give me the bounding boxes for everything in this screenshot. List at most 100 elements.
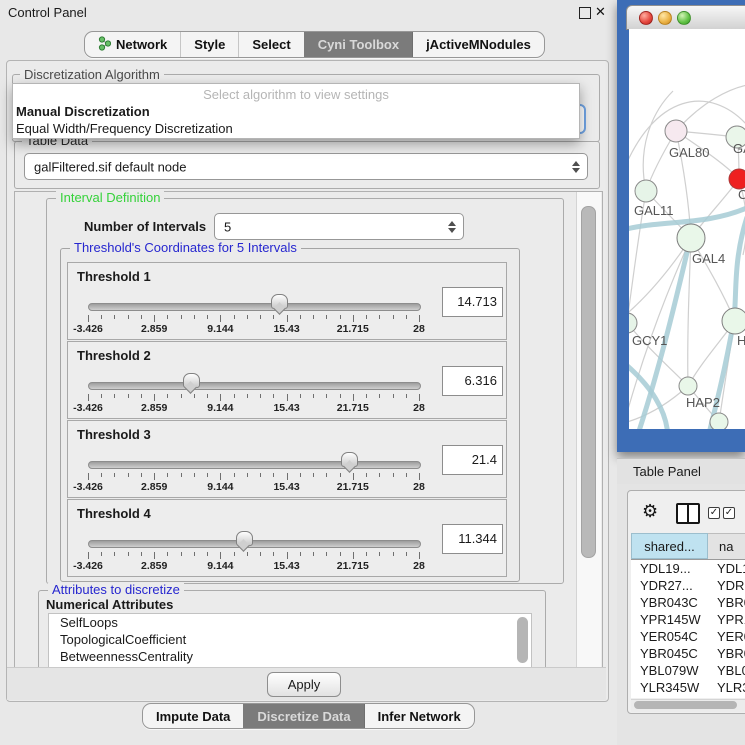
threshold-panel: Threshold 1-3.4262.8599.14415.4321.71528…: [67, 262, 507, 340]
slider-thumb[interactable]: [236, 531, 253, 546]
network-node[interactable]: [729, 169, 745, 189]
tab-jactivemnodules[interactable]: jActiveMNodules: [412, 32, 544, 57]
tick-mark: [300, 315, 301, 319]
tick-mark: [260, 315, 261, 319]
checkbox-icon[interactable]: ✓: [708, 507, 720, 519]
table-row[interactable]: YBL079WYBL0: [631, 662, 745, 679]
close-icon[interactable]: ✕: [595, 4, 606, 20]
tick-mark: [234, 473, 235, 477]
slider-thumb[interactable]: [341, 452, 358, 467]
column-header-shared-name[interactable]: shared...: [631, 533, 708, 559]
network-node[interactable]: [629, 313, 637, 333]
vertical-scrollbar-thumb[interactable]: [581, 206, 596, 558]
network-node-label: GAL80: [669, 145, 709, 160]
network-node[interactable]: [677, 224, 705, 252]
close-traffic-light-icon[interactable]: [639, 11, 653, 25]
popup-option-equal-width[interactable]: Equal Width/Frequency Discretization: [13, 120, 579, 137]
network-node[interactable]: [710, 413, 728, 429]
tab-label: Network: [116, 37, 167, 52]
slider-track[interactable]: [88, 461, 421, 469]
checkbox-icon[interactable]: ✓: [723, 507, 735, 519]
tab-infer-network[interactable]: Infer Network: [364, 704, 474, 728]
threshold-value-field[interactable]: 11.344: [442, 524, 503, 554]
screenshot-stage: Control Panel ✕ Network StyleSelectCyni T…: [0, 0, 745, 745]
tick-mark: [406, 552, 407, 556]
number-of-intervals-combobox[interactable]: 5: [214, 213, 464, 240]
table-row[interactable]: YPR145WYPR1: [631, 611, 745, 628]
tick-mark: [300, 473, 301, 477]
tick-label: 9.144: [207, 560, 233, 572]
threshold-value-field[interactable]: 6.316: [442, 366, 503, 396]
tick-label: 2.859: [141, 560, 167, 572]
tick-mark: [88, 552, 89, 559]
table-row[interactable]: YDL19...YDL1: [631, 560, 745, 577]
threshold-value-field[interactable]: 14.713: [442, 287, 503, 317]
horizontal-scrollbar-thumb[interactable]: [634, 701, 737, 709]
network-node[interactable]: [665, 120, 687, 142]
tab-select[interactable]: Select: [238, 32, 303, 57]
node-attribute-table[interactable]: shared...naYDL19...YDL1YDR27...YDR2YBR04…: [631, 533, 745, 698]
tick-label: -3.426: [73, 402, 103, 414]
tick-label: 21.715: [337, 560, 369, 572]
tick-label: 2.859: [141, 402, 167, 414]
tab-network[interactable]: Network: [85, 32, 180, 57]
numerical-attributes-list[interactable]: SelfLoopsTopologicalCoefficientBetweenne…: [48, 613, 532, 670]
cell-name: YIL0: [708, 696, 745, 698]
table-data-combobox[interactable]: galFiltered.sif default node: [24, 153, 588, 180]
tab-discretize-data[interactable]: Discretize Data: [243, 704, 363, 728]
tick-mark: [313, 394, 314, 398]
tick-mark: [353, 394, 354, 401]
control-panel-titlebar: Control Panel: [0, 0, 613, 24]
tick-mark: [260, 394, 261, 398]
network-node[interactable]: [679, 377, 697, 395]
list-item[interactable]: TopologicalCoefficient: [49, 631, 531, 648]
table-header-row: shared...na: [631, 533, 745, 560]
slider-track[interactable]: [88, 303, 421, 311]
table-row[interactable]: YBR045CYBR0: [631, 645, 745, 662]
list-item[interactable]: BetweennessCentrality: [49, 648, 531, 665]
apply-button[interactable]: Apply: [267, 672, 341, 697]
list-item[interactable]: SelfLoops: [49, 614, 531, 631]
tick-mark: [393, 315, 394, 319]
table-row[interactable]: YDR27...YDR2: [631, 577, 745, 594]
popup-option-manual[interactable]: Manual Discretization: [13, 103, 579, 120]
zoom-traffic-light-icon[interactable]: [677, 11, 691, 25]
slider-thumb[interactable]: [183, 373, 200, 388]
tick-mark: [220, 473, 221, 480]
tick-mark: [287, 315, 288, 322]
float-icon[interactable]: [579, 7, 591, 19]
cell-shared-name: YDL19...: [631, 560, 708, 577]
slider-track[interactable]: [88, 540, 421, 548]
network-node[interactable]: [635, 180, 657, 202]
tick-mark: [366, 473, 367, 477]
tab-cyni-toolbox[interactable]: Cyni Toolbox: [304, 32, 412, 57]
network-node[interactable]: [722, 308, 745, 334]
tick-mark: [114, 552, 115, 556]
network-canvas[interactable]: GAL80GAGAL11CGAL4GCY1HHAP2: [629, 29, 745, 429]
tick-mark: [181, 552, 182, 556]
cell-shared-name: YLR345W: [631, 679, 708, 696]
cell-name: YBR0: [708, 645, 745, 662]
tick-mark: [128, 473, 129, 477]
tick-label: 28: [413, 323, 425, 335]
cell-name: YBR0: [708, 594, 745, 611]
gear-icon[interactable]: ⚙: [642, 501, 658, 522]
tick-mark: [194, 552, 195, 556]
threshold-value-field[interactable]: 21.4: [442, 445, 503, 475]
table-row[interactable]: YBR043CYBR0: [631, 594, 745, 611]
network-window-titlebar[interactable]: [626, 5, 745, 30]
slider-ticks: [88, 473, 419, 481]
table-row[interactable]: YER054CYER0: [631, 628, 745, 645]
column-header-name[interactable]: na: [708, 533, 745, 559]
table-row[interactable]: YLR345WYLR3: [631, 679, 745, 696]
tab-impute-data[interactable]: Impute Data: [143, 704, 243, 728]
tab-style[interactable]: Style: [180, 32, 238, 57]
slider-track[interactable]: [88, 382, 421, 390]
slider-thumb[interactable]: [271, 294, 288, 309]
columns-icon[interactable]: [676, 503, 700, 524]
table-row[interactable]: YIL052CYIL0: [631, 696, 745, 698]
attributes-scrollbar-thumb[interactable]: [517, 617, 528, 663]
tick-mark: [419, 552, 420, 559]
tick-label: 2.859: [141, 323, 167, 335]
minimize-traffic-light-icon[interactable]: [658, 11, 672, 25]
